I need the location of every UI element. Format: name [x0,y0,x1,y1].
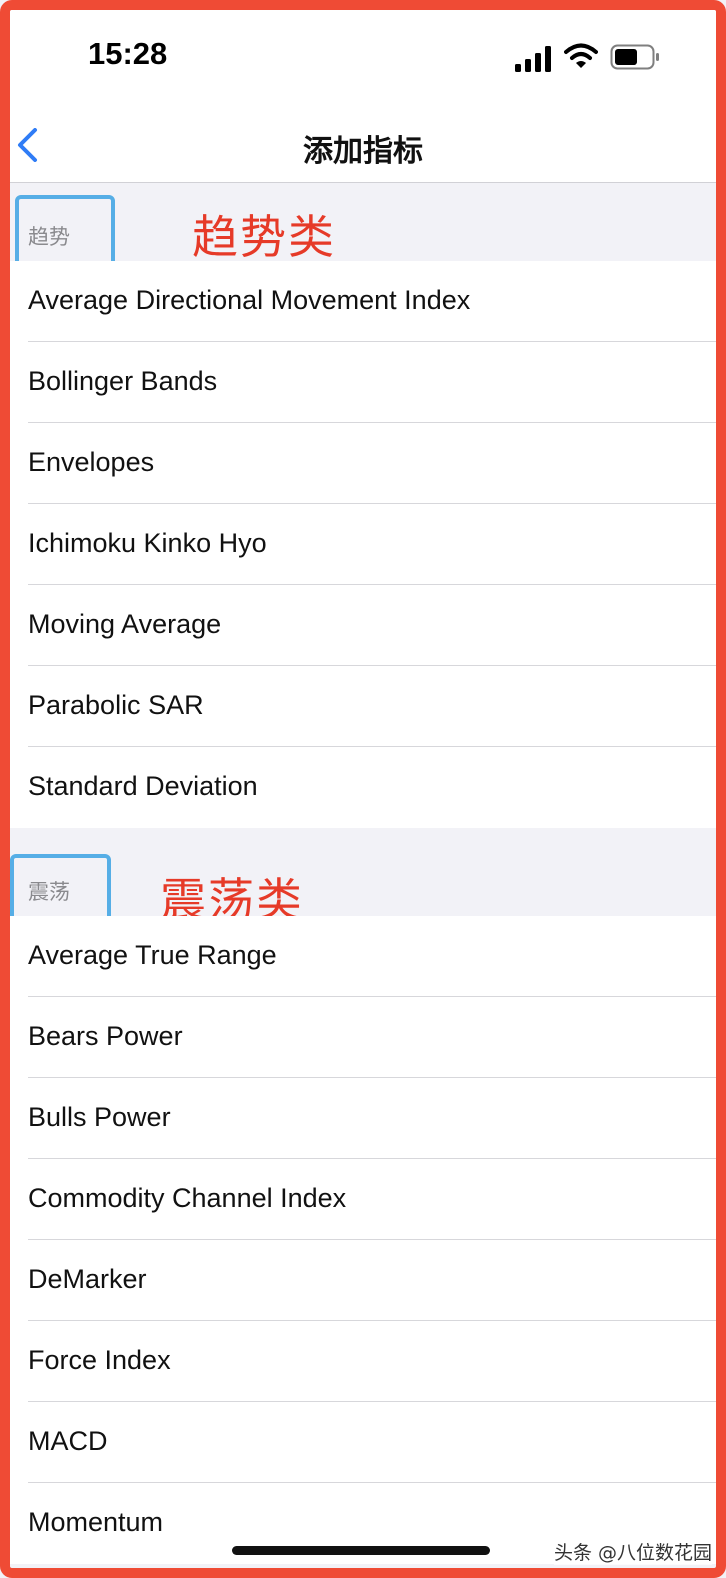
list-item-label: Average True Range [28,940,277,970]
list-item-label: Envelopes [28,447,155,477]
list-item-label: DeMarker [28,1264,147,1294]
screenshot-frame: 15:28 添加指标 趋势 趋势类 Average Directional Mo… [0,0,726,1578]
list-item[interactable]: MACD [10,1402,716,1483]
cellular-signal-icon [515,46,551,72]
list-item-label: Standard Deviation [28,771,258,801]
list-item[interactable]: Bears Power [10,997,716,1078]
status-time: 15:28 [88,36,168,71]
list-item[interactable]: Standard Deviation [10,747,716,828]
list-item-label: Average Directional Movement Index [28,285,471,315]
list-item-label: Commodity Channel Index [28,1183,347,1213]
list-item[interactable]: Parabolic SAR [10,666,716,747]
indicator-list-oscillator: Average True Range Bears Power Bulls Pow… [10,916,716,1564]
watermark: 头条 @八位数花园 [554,1538,713,1565]
list-item[interactable]: Envelopes [10,423,716,504]
list-item[interactable]: Average True Range [10,916,716,997]
page-title: 添加指标 [303,134,423,169]
list-item-label: Parabolic SAR [28,690,204,720]
battery-icon [610,44,659,70]
phone-screen: 15:28 添加指标 趋势 趋势类 Average Directional Mo… [10,10,716,1568]
section-header-oscillator: 震荡 震荡类 [10,828,716,927]
list-item-label: Ichimoku Kinko Hyo [28,528,267,558]
list-item[interactable]: Bulls Power [10,1078,716,1159]
section-header-trend: 趋势 趋势类 [10,183,716,267]
indicator-list-trend: Average Directional Movement Index Bolli… [10,261,716,828]
navigation-bar: 添加指标 [10,106,716,183]
list-item-label: Bollinger Bands [28,366,218,396]
list-item-label: Force Index [28,1345,171,1375]
status-bar: 15:28 [10,10,716,106]
list-item[interactable]: Commodity Channel Index [10,1159,716,1240]
list-item-label: Bears Power [28,1021,183,1051]
list-item-label: MACD [28,1426,108,1456]
list-item[interactable]: Moving Average [10,585,716,666]
wifi-icon [564,43,598,68]
highlight-box [15,195,115,267]
home-indicator[interactable] [232,1546,490,1555]
list-item-label: Momentum [28,1507,164,1537]
list-item[interactable]: DeMarker [10,1240,716,1321]
list-item[interactable]: Ichimoku Kinko Hyo [10,504,716,585]
list-item[interactable]: Force Index [10,1321,716,1402]
list-item-label: Moving Average [28,609,222,639]
list-item[interactable]: Average Directional Movement Index [10,261,716,342]
list-item-label: Bulls Power [28,1102,171,1132]
annotation-label: 趋势类 [192,210,336,264]
list-item[interactable]: Bollinger Bands [10,342,716,423]
